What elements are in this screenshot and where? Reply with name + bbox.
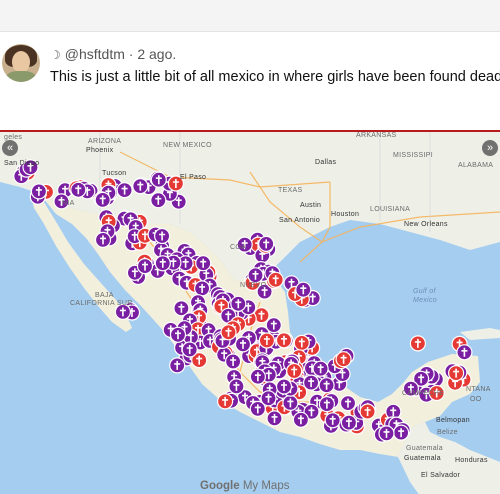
map-marker[interactable] <box>234 336 252 353</box>
google-my-maps-logo: Google My Maps <box>200 480 289 492</box>
map-marker[interactable] <box>339 395 357 412</box>
my-maps-text: My Maps <box>242 480 290 492</box>
map-label-dallas: Dallas <box>315 159 337 166</box>
map-marker[interactable] <box>295 281 312 298</box>
map-next-button[interactable]: » <box>482 140 498 156</box>
map-label-gulf-2: Mexico <box>413 297 437 304</box>
map-label-tucson: Tucson <box>102 170 127 177</box>
map-label-guatemala: Guatemala <box>406 445 443 452</box>
map-marker[interactable] <box>275 332 293 349</box>
map-label-baja-sur: CALIFORNIA SUR <box>70 300 133 307</box>
avatar[interactable] <box>2 44 40 82</box>
map-marker[interactable] <box>116 181 133 199</box>
google-logo-text: Google <box>200 480 240 492</box>
map-label-ntana: NTANA <box>466 386 491 393</box>
map-label-texas: TEXAS <box>278 187 303 194</box>
map-marker[interactable] <box>286 362 303 380</box>
map-label-nia: NIA <box>62 200 75 207</box>
map-marker[interactable] <box>154 255 171 272</box>
map-marker[interactable] <box>456 344 473 361</box>
map-marker[interactable] <box>30 183 48 200</box>
map-prev-button[interactable]: « <box>2 140 18 156</box>
map-label-oo: OO <box>470 396 482 403</box>
top-band <box>0 0 500 32</box>
map-marker[interactable] <box>260 390 277 407</box>
map-label-belmopan: Belmopan <box>436 417 470 424</box>
map-label-el-paso: El Paso <box>180 174 207 181</box>
map-marker[interactable] <box>220 324 237 341</box>
map-label-guatemala-city: Guatemala <box>404 455 441 462</box>
map-label-mississippi: MISSISSIPI <box>393 152 433 159</box>
map-label-arizona: ARIZONA <box>88 138 122 145</box>
map-marker[interactable] <box>282 394 299 411</box>
map-label-gulf-1: Gulf of <box>413 288 436 295</box>
map-marker[interactable] <box>340 414 357 431</box>
map-marker[interactable] <box>181 341 198 358</box>
map-marker[interactable] <box>266 410 283 427</box>
map-marker[interactable] <box>94 191 111 209</box>
map-marker[interactable] <box>194 280 211 297</box>
map-marker[interactable] <box>195 255 212 272</box>
map-marker[interactable] <box>312 360 329 377</box>
map-marker[interactable] <box>154 227 171 245</box>
map-label-louisiana: LOUISIANA <box>370 206 411 213</box>
map-marker[interactable] <box>324 412 341 429</box>
map-marker[interactable] <box>150 171 167 188</box>
map-label-new-orleans: New Orleans <box>404 221 448 228</box>
map-marker[interactable] <box>169 357 186 374</box>
map-label-houston: Houston <box>331 211 360 218</box>
map-marker[interactable] <box>318 377 335 394</box>
map-label-baja: BAJA <box>95 292 114 299</box>
post-header: ☽ @hsftdtm · 2 ago. This is just a little… <box>0 33 500 99</box>
map-marker[interactable] <box>293 334 310 351</box>
map-label-belize: Belize <box>437 429 458 436</box>
map-label-san-antonio: San Antonio <box>279 217 321 224</box>
map-marker[interactable] <box>225 353 242 370</box>
map-marker[interactable] <box>70 181 87 198</box>
user-handle[interactable]: @hsftdtm <box>65 46 125 62</box>
map-marker[interactable] <box>378 425 395 442</box>
map-label-phoenix: Phoenix <box>86 147 114 154</box>
map-label-austin: Austin <box>300 202 322 209</box>
moon-icon: ☽ <box>50 48 61 62</box>
post-meta: ☽ @hsftdtm · 2 ago. <box>50 46 176 62</box>
map-marker[interactable] <box>318 396 335 413</box>
map-label-el-salvador: El Salvador <box>421 472 461 479</box>
map-label-arkansas: ARKANSAS <box>356 132 397 139</box>
post-age: 2 ago. <box>137 46 177 62</box>
map-label-new-mexico: NEW MEXICO <box>163 142 212 149</box>
map-marker[interactable] <box>292 411 309 428</box>
map-label-san-diego: San Diego <box>4 160 40 167</box>
map-marker[interactable] <box>150 192 167 209</box>
post-text: This is just a little bit of all mexico … <box>50 69 500 85</box>
map-marker[interactable] <box>267 271 284 288</box>
map-marker[interactable] <box>393 424 410 441</box>
spacer <box>0 99 500 130</box>
map-marker[interactable] <box>249 368 266 385</box>
map-label-honduras: Honduras <box>455 457 488 464</box>
map-marker[interactable] <box>230 295 247 312</box>
map-label-coa: COA <box>230 244 247 251</box>
map-marker[interactable] <box>136 258 154 275</box>
map-canvas[interactable] <box>0 132 500 494</box>
map-marker[interactable] <box>448 365 465 382</box>
map-marker[interactable] <box>335 351 352 368</box>
map-marker[interactable] <box>228 378 245 395</box>
map-marker[interactable] <box>275 378 293 395</box>
map-marker[interactable] <box>94 231 112 249</box>
map-marker[interactable] <box>303 374 320 391</box>
map-label-alabama: ALABAMA <box>458 162 494 169</box>
meta-separator: · <box>128 46 134 62</box>
map-marker[interactable] <box>169 326 187 343</box>
map-label-nuevo: NUEVO <box>240 282 267 289</box>
map-marker[interactable] <box>258 332 275 349</box>
map-marker[interactable] <box>258 235 275 253</box>
map-embed[interactable]: geles ARIZONA Phoenix NEW MEXICO Tucson … <box>0 130 500 494</box>
map-marker[interactable] <box>247 267 264 284</box>
map-marker[interactable] <box>409 335 426 352</box>
map-marker[interactable] <box>359 403 376 420</box>
map-marker[interactable] <box>132 177 149 195</box>
map-label-campeche: CAMPECHE <box>402 390 445 397</box>
map-marker[interactable] <box>217 393 234 410</box>
